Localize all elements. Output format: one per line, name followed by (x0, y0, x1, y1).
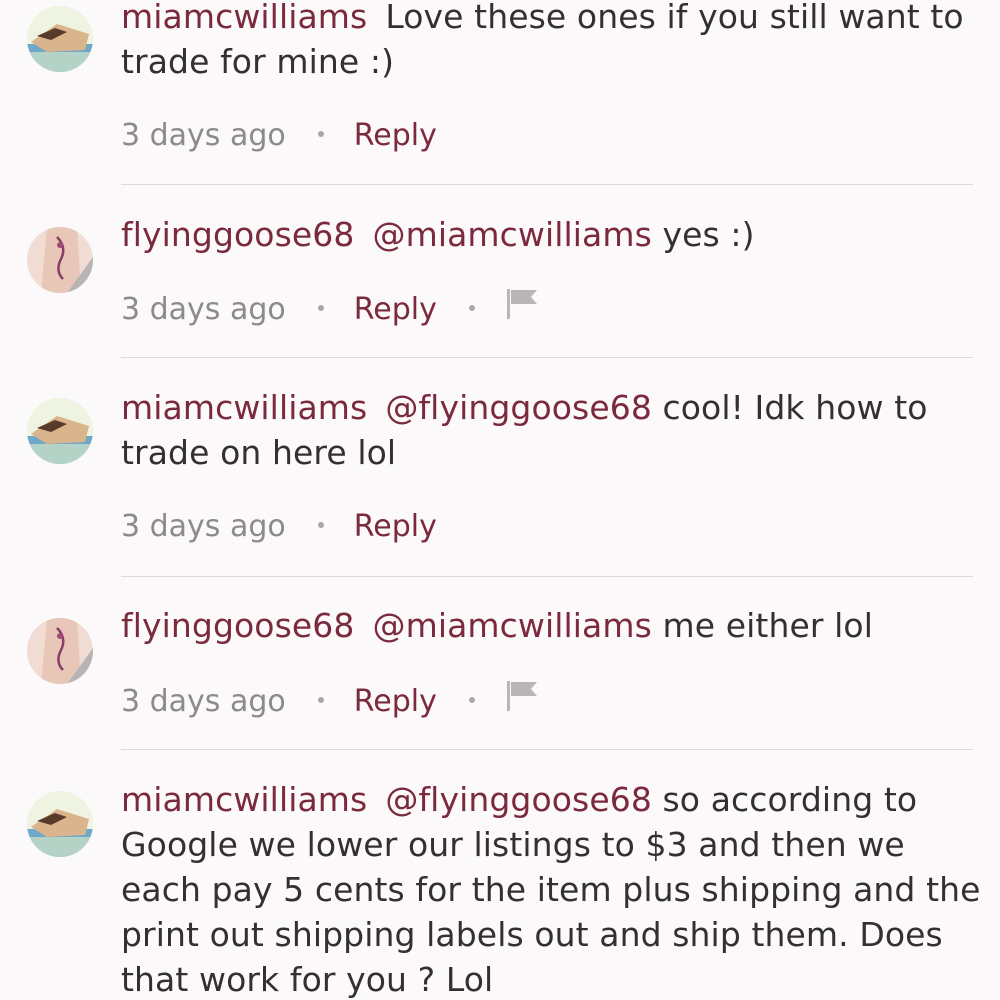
comment-mention[interactable]: @miamcwilliams (372, 215, 651, 254)
separator-dot (317, 130, 324, 137)
comment-meta: 3 days ago Reply (121, 507, 437, 547)
reply-button[interactable]: Reply (354, 509, 437, 544)
comment-username[interactable]: miamcwilliams (121, 780, 367, 819)
comment-timestamp: 3 days ago (121, 509, 286, 544)
comment-timestamp: 3 days ago (121, 292, 286, 327)
comment-timestamp: 3 days ago (121, 684, 286, 719)
comment-body: miamcwilliams @flyinggoose68 cool! Idk ho… (121, 385, 981, 475)
comment-body: flyinggoose68 @miamcwilliams me either lo… (121, 603, 981, 648)
reply-button[interactable]: Reply (354, 118, 437, 153)
comment-text: yes :) (662, 215, 755, 254)
comment-meta: 3 days ago Reply (121, 116, 437, 156)
comment-meta: 3 days ago Reply (121, 288, 539, 328)
avatar-miamcwilliams[interactable] (27, 398, 93, 464)
comment-timestamp: 3 days ago (121, 118, 286, 153)
comment-mention[interactable]: @miamcwilliams (372, 606, 651, 645)
comment-divider (121, 357, 973, 358)
comment-divider (121, 576, 973, 577)
comment-mention[interactable]: @flyinggoose68 (385, 780, 652, 819)
comment-body: miamcwilliams @flyinggoose68 so according… (121, 777, 981, 1000)
comment-mention[interactable]: @flyinggoose68 (385, 388, 652, 427)
separator-dot (317, 696, 324, 703)
avatar-miamcwilliams[interactable] (27, 6, 93, 72)
comment-username[interactable]: flyinggoose68 (121, 606, 354, 645)
reply-button[interactable]: Reply (354, 684, 437, 719)
comment-body: miamcwilliams Love these ones if you stil… (121, 0, 981, 84)
reply-button[interactable]: Reply (354, 292, 437, 327)
comment-divider (121, 749, 973, 750)
separator-dot (317, 521, 324, 528)
comment-meta: 3 days ago Reply (121, 680, 539, 720)
avatar-miamcwilliams[interactable] (27, 791, 93, 857)
avatar-flyinggoose68[interactable] (27, 227, 93, 293)
separator-dot (468, 696, 475, 703)
comment-divider (121, 184, 973, 185)
avatar-flyinggoose68[interactable] (27, 618, 93, 684)
flag-icon[interactable] (505, 678, 539, 723)
comment-username[interactable]: miamcwilliams (121, 388, 367, 427)
flag-icon[interactable] (505, 286, 539, 331)
comment-feed: miamcwilliams Love these ones if you stil… (0, 0, 1000, 1000)
separator-dot (468, 304, 475, 311)
comment-username[interactable]: flyinggoose68 (121, 215, 354, 254)
comment-text: me either lol (662, 606, 873, 645)
comment-body: flyinggoose68 @miamcwilliams yes :) (121, 212, 981, 257)
separator-dot (317, 304, 324, 311)
comment-username[interactable]: miamcwilliams (121, 0, 367, 36)
